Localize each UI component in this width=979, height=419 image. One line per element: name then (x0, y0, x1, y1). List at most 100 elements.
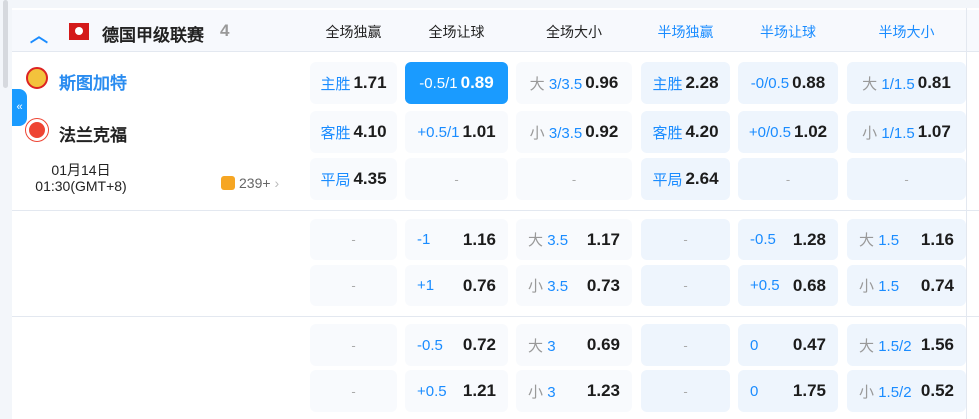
odds-value: 0.47 (792, 335, 826, 354)
odds-value: 0.68 (792, 275, 826, 295)
odds-cell[interactable]: -0/0.5 0.88 (738, 62, 838, 104)
odds-cell[interactable]: - (310, 370, 397, 412)
empty-odds: - (683, 337, 688, 353)
empty-odds: - (785, 171, 791, 187)
chevron-right-icon: › (274, 175, 280, 191)
match-time: 01:30(GMT+8) (35, 178, 127, 194)
odds-cell[interactable]: - (310, 324, 397, 366)
odds-cell[interactable]: 大 1.5/2 1.56 (847, 324, 966, 366)
odds-cell[interactable]: - (847, 158, 966, 200)
odds-cell[interactable]: - (516, 158, 632, 200)
chevron-up-icon[interactable]: ︿ (30, 22, 48, 48)
handicap-line: -0.5 (417, 336, 443, 354)
odds-cell[interactable]: 0 1.75 (738, 370, 838, 412)
handicap-line: +0.5/1 (417, 123, 460, 141)
odds-label: -0.5 (417, 337, 443, 354)
odds-value: 1.07 (917, 122, 951, 141)
odds-cell[interactable]: +0.5/1 1.01 (405, 111, 508, 153)
odds-cell[interactable]: 平局 2.64 (641, 158, 730, 200)
handicap-line: 3.5 (547, 278, 569, 295)
odds-cell[interactable]: -0.5 0.72 (405, 324, 508, 366)
divider (12, 210, 979, 211)
odds-label: 客胜 (320, 122, 350, 143)
away-team[interactable]: 法兰克福 (59, 121, 127, 146)
odds-value: 1.71 (353, 73, 387, 92)
scrollbar[interactable] (3, 0, 8, 88)
odds-value: 0.88 (792, 73, 826, 92)
divider (966, 8, 967, 419)
odds-cell[interactable]: +1 0.76 (405, 265, 508, 306)
odds-cell[interactable]: - (641, 265, 730, 306)
odds-value: 1.21 (462, 381, 496, 400)
odds-cell[interactable]: 主胜 1.71 (310, 62, 397, 104)
odds-value: 0.89 (460, 73, 494, 92)
odds-value: 2.28 (685, 73, 719, 92)
odds-cell[interactable]: - (310, 219, 397, 260)
odds-cell[interactable]: 小 3/3.5 0.92 (516, 111, 632, 153)
odds-value: 1.75 (792, 381, 826, 400)
odds-cell[interactable]: - (641, 370, 730, 412)
odds-value: 4.10 (353, 122, 387, 141)
odds-value: 1.23 (586, 381, 620, 400)
odds-cell[interactable]: 小 1.5/2 0.52 (847, 370, 966, 412)
odds-cell[interactable]: - (738, 158, 838, 200)
odds-label: 平局 (652, 169, 682, 190)
odds-label: 大 1.5 (859, 229, 899, 250)
odds-label: 平局 (320, 169, 350, 190)
odds-value: 4.20 (685, 122, 719, 141)
handicap-line: -0.5/1 (419, 74, 458, 92)
odds-cell[interactable]: 客胜 4.20 (641, 111, 730, 153)
odds-cell[interactable]: 客胜 4.10 (310, 111, 397, 153)
handicap-line: 0 (750, 336, 759, 354)
odds-cell[interactable]: - (641, 324, 730, 366)
handicap-line: 3 (547, 383, 556, 401)
column-header: 全场独赢 (325, 24, 382, 40)
handicap-line: 3.5 (547, 232, 569, 249)
column-header: 半场让球 (760, 24, 816, 40)
odds-cell[interactable]: +0/0.5 1.02 (738, 111, 838, 153)
odds-value: 0.73 (586, 275, 620, 295)
empty-odds: - (351, 232, 356, 247)
odds-cell[interactable]: 大 1/1.5 0.81 (847, 62, 966, 104)
odds-label: 主胜 (652, 73, 682, 94)
odds-cell[interactable]: - (310, 265, 397, 306)
over-under-label: 大 (528, 337, 544, 355)
empty-odds: - (351, 337, 356, 353)
odds-label: 小 3 (528, 381, 556, 402)
collapse-sidebar-button[interactable]: « (12, 89, 27, 126)
over-under-label: 大 (859, 337, 875, 355)
odds-cell[interactable]: 小 1.5 0.74 (847, 265, 966, 306)
odds-cell[interactable]: 大 3.5 1.17 (516, 219, 632, 260)
odds-cell[interactable]: - (405, 158, 508, 200)
odds-cell[interactable]: -0.5/1 0.89 (405, 62, 508, 104)
top-strip (12, 0, 979, 8)
odds-cell[interactable]: 小 3 1.23 (516, 370, 632, 412)
odds-cell[interactable]: 0 0.47 (738, 324, 838, 366)
odds-cell[interactable]: 大 1.5 1.16 (847, 219, 966, 260)
odds-label: 0 (750, 337, 758, 354)
handicap-line: 客胜 (320, 124, 351, 142)
odds-cell[interactable]: 主胜 2.28 (641, 62, 730, 104)
odds-cell[interactable]: 平局 4.35 (310, 158, 397, 200)
odds-cell[interactable]: -1 1.16 (405, 219, 508, 260)
odds-label: 小 1.5/2 (859, 381, 912, 402)
odds-cell[interactable]: +0.5 1.21 (405, 370, 508, 412)
over-under-label: 大 (528, 232, 544, 249)
odds-cell[interactable]: 小 1/1.5 1.07 (847, 111, 966, 153)
column-header: 全场大小 (546, 24, 602, 40)
odds-label: +0/0.5 (749, 124, 791, 141)
odds-cell[interactable]: 大 3 0.69 (516, 324, 632, 366)
odds-value: 4.35 (353, 169, 387, 188)
odds-value: 2.64 (685, 169, 719, 188)
odds-cell[interactable]: -0.5 1.28 (738, 219, 838, 260)
more-markets-link[interactable]: 239+ › (221, 175, 279, 191)
odds-label: 大 3.5 (528, 229, 568, 250)
odds-cell[interactable]: 大 3/3.5 0.96 (516, 62, 632, 104)
home-team[interactable]: 斯图加特 (59, 69, 127, 94)
odds-label: +0.5 (750, 277, 780, 294)
odds-cell[interactable]: - (641, 219, 730, 260)
odds-cell[interactable]: +0.5 0.68 (738, 265, 838, 306)
bundesliga-flag-icon (69, 23, 89, 40)
odds-cell[interactable]: 小 3.5 0.73 (516, 265, 632, 306)
odds-label: 0 (750, 383, 758, 400)
